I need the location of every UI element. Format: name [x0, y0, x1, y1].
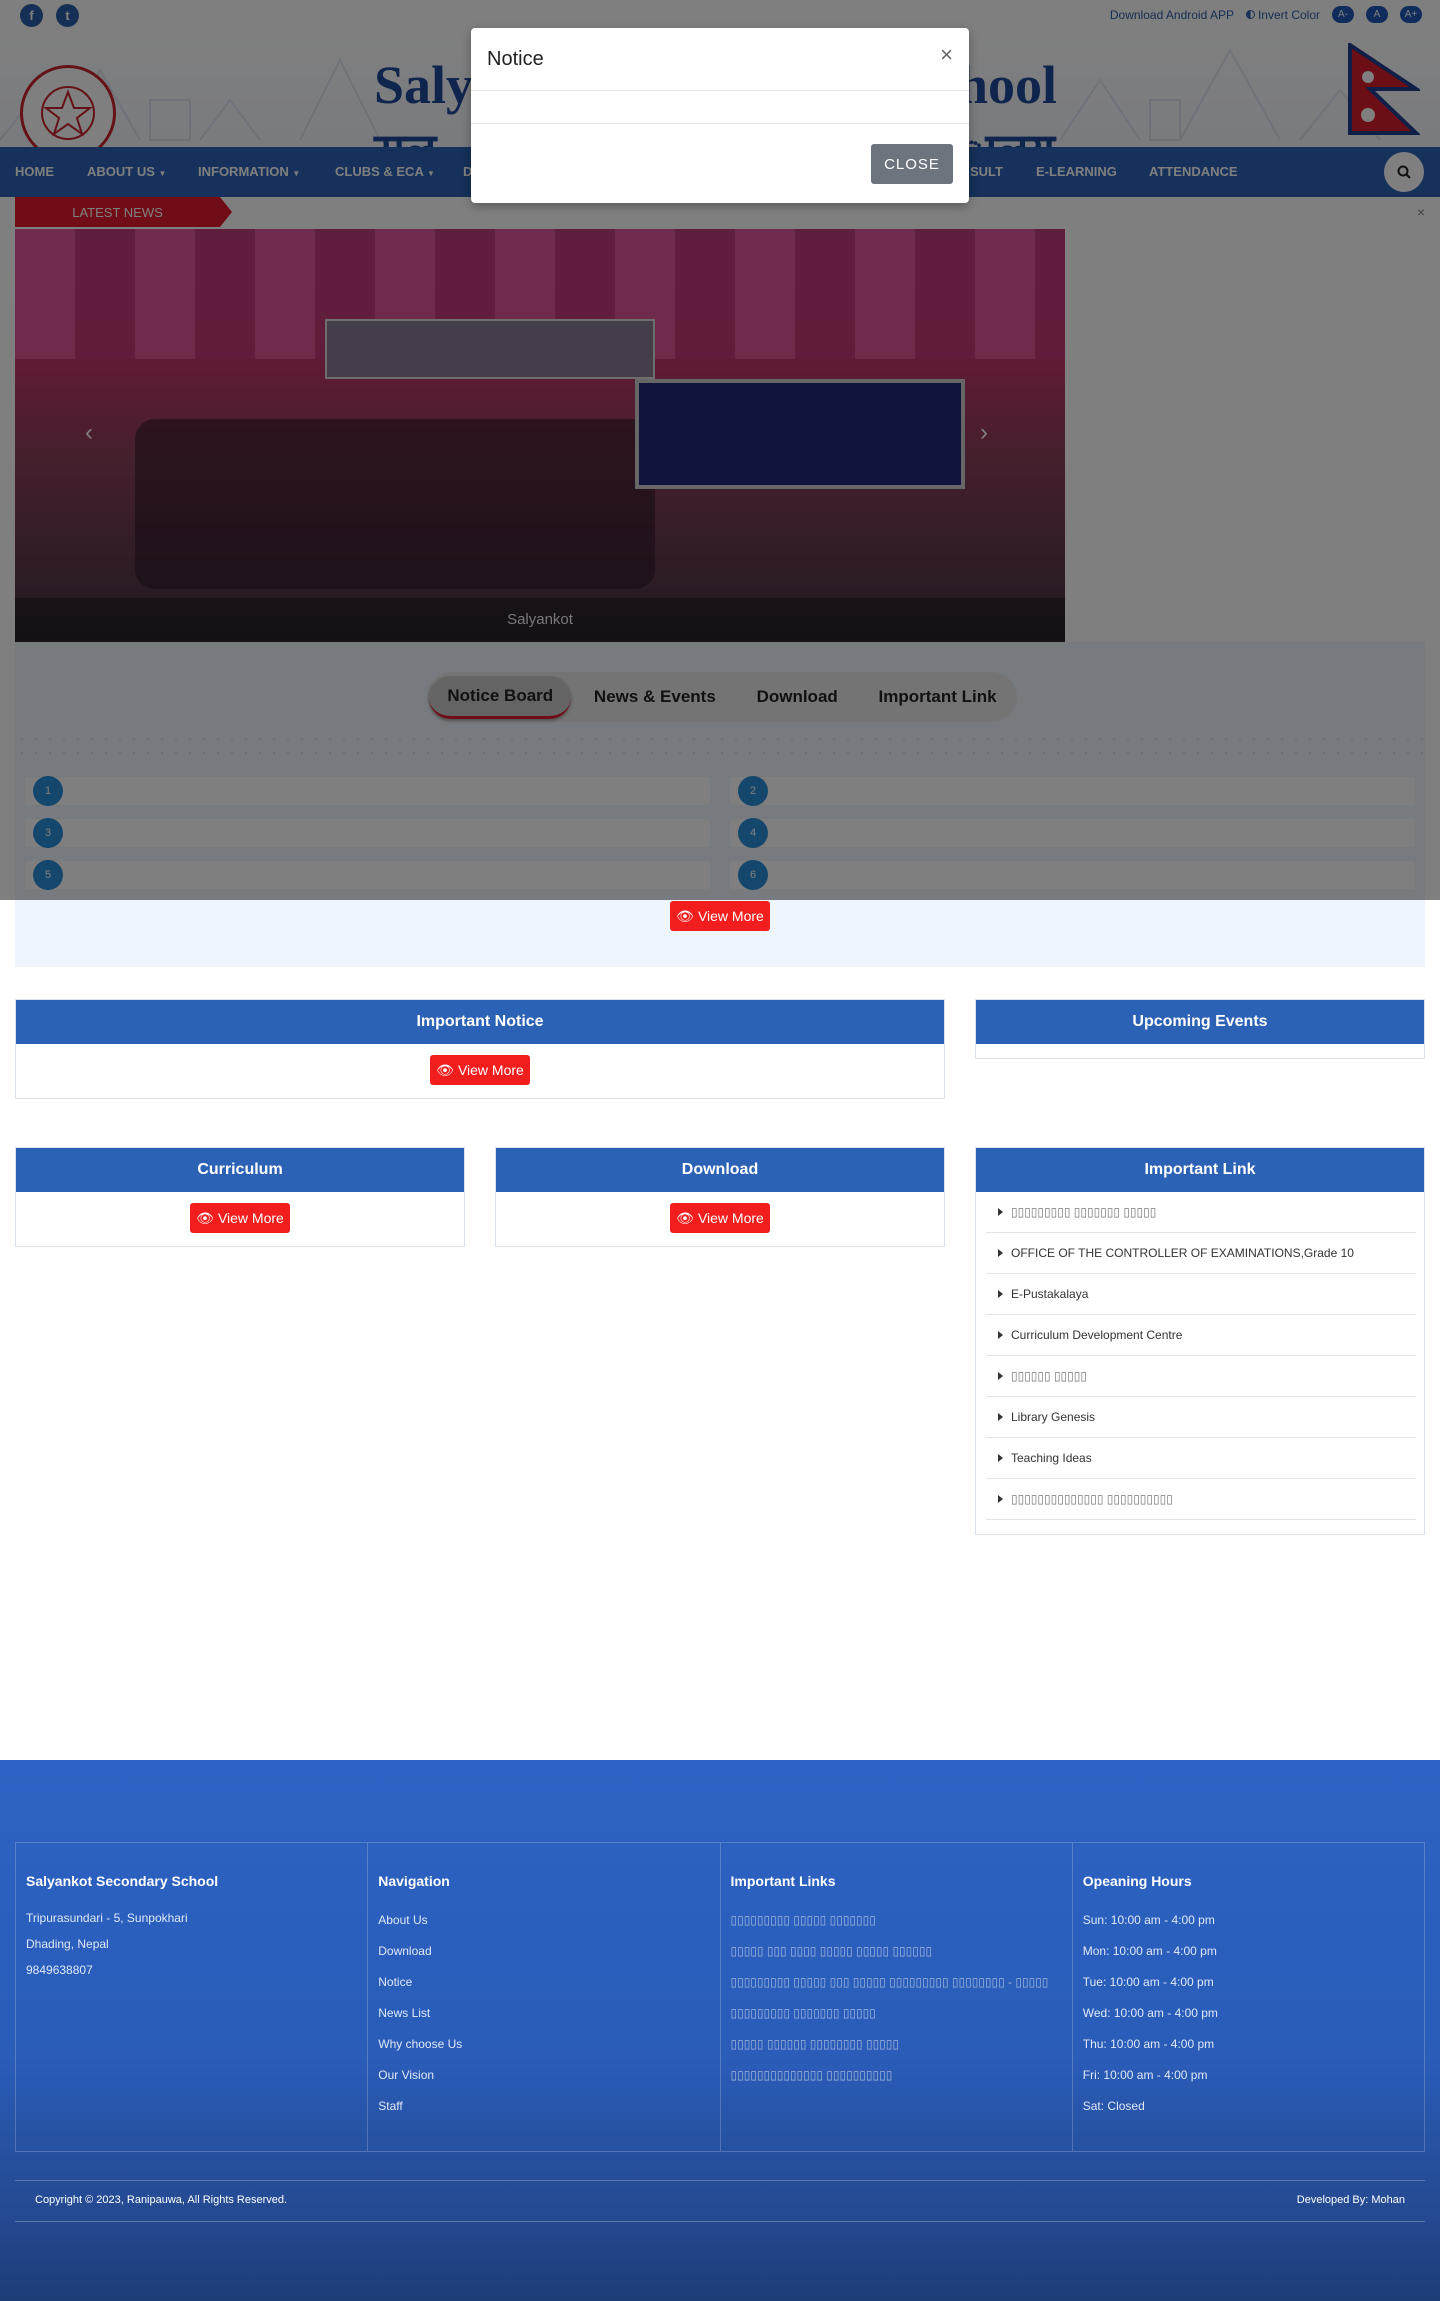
footer-bottom-bar: Copyright © 2023, Ranipauwa, All Rights … — [15, 2180, 1425, 2222]
view-more-label: View More — [217, 1210, 284, 1226]
footer-navigation: Navigation About Us Download Notice News… — [368, 1843, 721, 2151]
card-header: Download — [496, 1148, 944, 1192]
modal-divider — [471, 90, 969, 91]
footer-important-link[interactable]: ▯▯▯▯▯▯▯▯▯ ▯▯▯▯▯ ▯▯▯ ▯▯▯▯▯ ▯▯▯▯▯▯▯▯▯ ▯▯▯▯… — [731, 1967, 1062, 1998]
link-label: Teaching Ideas — [1011, 1451, 1092, 1465]
footer-nav-link[interactable]: Why choose Us — [378, 2029, 709, 2060]
important-notice-card: Important Notice 👁 View More — [15, 999, 945, 1099]
footer-important-link[interactable]: ▯▯▯▯▯ ▯▯▯▯▯▯ ▯▯▯▯▯▯▯▯ ▯▯▯▯▯ — [731, 2029, 1062, 2060]
footer-columns: Salyankot Secondary School Tripurasundar… — [15, 1842, 1425, 2152]
card-header: Upcoming Events — [976, 1000, 1424, 1044]
footer-hours-item: Tue: 10:00 am - 4:00 pm — [1082, 1975, 1214, 1989]
important-link-item[interactable]: OFFICE OF THE CONTROLLER OF EXAMINATIONS… — [986, 1233, 1416, 1274]
modal-close-icon[interactable]: × — [940, 42, 953, 68]
footer-nav-link[interactable]: Download — [378, 1936, 709, 1967]
important-link-item[interactable]: Library Genesis — [986, 1397, 1416, 1438]
footer-important-link[interactable]: ▯▯▯▯▯ ▯▯▯ ▯▯▯▯ ▯▯▯▯▯ ▯▯▯▯▯ ▯▯▯▯▯▯ — [731, 1936, 1062, 1967]
caret-right-icon — [998, 1413, 1003, 1421]
link-label: Library Genesis — [1011, 1410, 1096, 1424]
footer-school-info: Salyankot Secondary School Tripurasundar… — [16, 1843, 369, 2151]
footer-hours-item: Thu: 10:00 am - 4:00 pm — [1082, 2037, 1215, 2051]
site-footer: Salyankot Secondary School Tripurasundar… — [0, 1760, 1440, 2301]
footer-important-links: Important Links ▯▯▯▯▯▯▯▯▯ ▯▯▯▯▯ ▯▯▯▯▯▯▯ … — [721, 1843, 1073, 2151]
footer-important-link[interactable]: ▯▯▯▯▯▯▯▯▯ ▯▯▯▯▯ ▯▯▯▯▯▯▯ — [731, 1905, 1062, 1936]
important-link-item[interactable]: Teaching Ideas — [986, 1438, 1416, 1479]
card-header: Curriculum — [16, 1148, 464, 1192]
footer-address-line2: Dhading, Nepal — [26, 1937, 109, 1951]
link-label: ▯▯▯▯▯▯▯▯▯▯▯▯▯▯ ▯▯▯▯▯▯▯▯▯▯ — [1011, 1492, 1173, 1506]
footer-hours-item: Sat: Closed — [1082, 2099, 1145, 2113]
eye-icon: 👁 — [436, 1061, 454, 1078]
download-view-more-button[interactable]: 👁 View More — [670, 1203, 770, 1233]
developer-credit: Developed By: Mohan — [1296, 2194, 1405, 2206]
important-notice-view-more-button[interactable]: 👁 View More — [430, 1055, 530, 1085]
copyright-text: Copyright © 2023, Ranipauwa, All Rights … — [35, 2194, 288, 2206]
important-link-item[interactable]: Curriculum Development Centre — [986, 1315, 1416, 1356]
caret-right-icon — [998, 1249, 1003, 1257]
caret-right-icon — [998, 1208, 1003, 1216]
eye-icon: 👁 — [676, 907, 694, 924]
modal-divider — [471, 123, 969, 124]
footer-navigation-title: Navigation — [378, 1873, 450, 1889]
eye-icon: 👁 — [676, 1209, 694, 1226]
footer-nav-link[interactable]: News List — [378, 1998, 709, 2029]
caret-right-icon — [998, 1290, 1003, 1298]
curriculum-card: Curriculum 👁 View More — [15, 1147, 465, 1247]
footer-nav-link[interactable]: Notice — [378, 1967, 709, 1998]
view-more-label: View More — [457, 1062, 524, 1078]
footer-opening-hours: Opeaning Hours Sun: 10:00 am - 4:00 pm M… — [1073, 1843, 1424, 2151]
footer-important-link[interactable]: ▯▯▯▯▯▯▯▯▯▯▯▯▯▯ ▯▯▯▯▯▯▯▯▯▯ — [731, 2060, 1062, 2091]
link-label: Curriculum Development Centre — [1011, 1328, 1183, 1342]
view-more-label: View More — [697, 908, 764, 924]
footer-hours-item: Fri: 10:00 am - 4:00 pm — [1082, 2068, 1208, 2082]
modal-title: Notice — [487, 48, 544, 70]
footer-nav-link[interactable]: Staff — [378, 2091, 709, 2122]
upcoming-events-card: Upcoming Events — [975, 999, 1425, 1059]
footer-nav-link[interactable]: About Us — [378, 1905, 709, 1936]
link-label: ▯▯▯▯▯▯▯▯▯ ▯▯▯▯▯▯▯ ▯▯▯▯▯ — [1011, 1205, 1157, 1219]
caret-right-icon — [998, 1331, 1003, 1339]
view-more-label: View More — [697, 1210, 764, 1226]
card-header: Important Link — [976, 1148, 1424, 1192]
important-link-item[interactable]: ▯▯▯▯▯▯▯▯▯▯▯▯▯▯ ▯▯▯▯▯▯▯▯▯▯ — [986, 1479, 1416, 1520]
curriculum-view-more-button[interactable]: 👁 View More — [190, 1203, 290, 1233]
modal-close-button[interactable]: CLOSE — [871, 144, 953, 184]
important-link-item[interactable]: ▯▯▯▯▯▯▯▯▯ ▯▯▯▯▯▯▯ ▯▯▯▯▯ — [986, 1192, 1416, 1233]
card-header: Important Notice — [16, 1000, 944, 1044]
footer-hours-item: Mon: 10:00 am - 4:00 pm — [1082, 1944, 1217, 1958]
link-label: E-Pustakalaya — [1011, 1287, 1089, 1301]
caret-right-icon — [998, 1372, 1003, 1380]
important-link-item[interactable]: E-Pustakalaya — [986, 1274, 1416, 1315]
page: { "topbar": { "facebook_icon": "f", "twi… — [0, 0, 1440, 2301]
footer-hours-item: Wed: 10:00 am - 4:00 pm — [1082, 2006, 1218, 2020]
important-link-item[interactable]: ▯▯▯▯▯▯ ▯▯▯▯▯ — [986, 1356, 1416, 1397]
footer-phone: 9849638807 — [26, 1963, 93, 1977]
link-label: ▯▯▯▯▯▯ ▯▯▯▯▯ — [1011, 1369, 1087, 1383]
footer-school-title: Salyankot Secondary School — [26, 1873, 219, 1889]
footer-nav-link[interactable]: Our Vision — [378, 2060, 709, 2091]
download-card: Download 👁 View More — [495, 1147, 945, 1247]
caret-right-icon — [998, 1454, 1003, 1462]
footer-hours-title: Opeaning Hours — [1082, 1873, 1192, 1889]
eye-icon: 👁 — [196, 1209, 214, 1226]
footer-address-line1: Tripurasundari - 5, Sunpokhari — [26, 1911, 188, 1925]
notice-modal: Notice × CLOSE — [471, 28, 969, 203]
footer-important-link[interactable]: ▯▯▯▯▯▯▯▯▯ ▯▯▯▯▯▯▯ ▯▯▯▯▯ — [731, 1998, 1062, 2029]
caret-right-icon — [998, 1495, 1003, 1503]
footer-important-links-title: Important Links — [730, 1873, 836, 1889]
footer-hours-item: Sun: 10:00 am - 4:00 pm — [1082, 1913, 1215, 1927]
link-label: OFFICE OF THE CONTROLLER OF EXAMINATIONS… — [1011, 1246, 1354, 1260]
notice-view-more-button[interactable]: 👁 View More — [670, 901, 770, 931]
important-link-card: Important Link ▯▯▯▯▯▯▯▯▯ ▯▯▯▯▯▯▯ ▯▯▯▯▯ O… — [975, 1147, 1425, 1535]
